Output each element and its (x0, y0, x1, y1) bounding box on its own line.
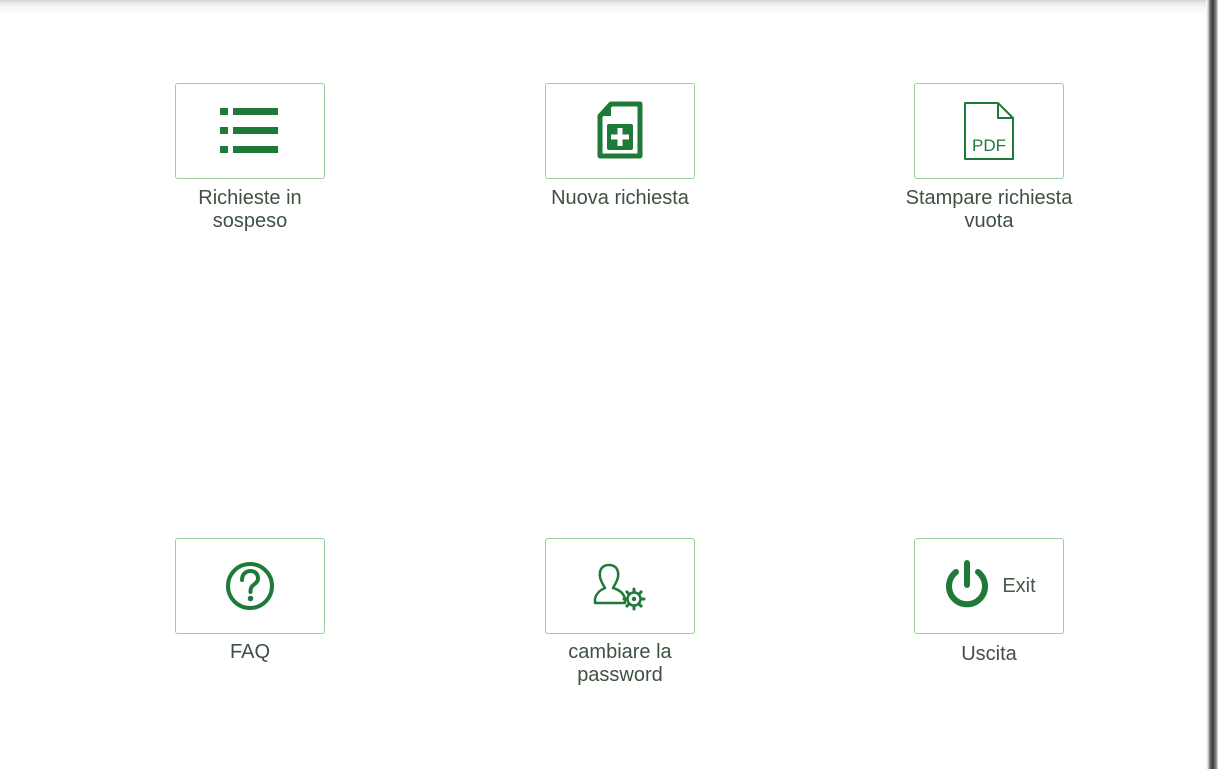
print-blank-request-label: Stampare richiesta vuota (905, 187, 1073, 232)
print-blank-request-button[interactable]: PDF (914, 83, 1064, 179)
power-icon (942, 560, 992, 612)
faq-label: FAQ (229, 641, 270, 663)
new-request-label: Nuova richiesta (551, 187, 689, 209)
window-top-shadow (0, 0, 1210, 14)
change-password-label: cambiare la password (568, 641, 672, 686)
exit-button[interactable]: Exit (914, 538, 1064, 634)
pending-requests-label: Richieste in sospeso (198, 187, 302, 232)
pdf-icon: PDF (962, 100, 1016, 162)
help-icon (224, 560, 276, 612)
change-password-button[interactable] (545, 538, 695, 634)
exit-label: Uscita (961, 643, 1017, 665)
window-right-edge (1206, 0, 1218, 769)
pending-requests-button[interactable] (175, 83, 325, 179)
new-request-button[interactable] (545, 83, 695, 179)
exit-text: Exit (1002, 574, 1036, 597)
pdf-icon-text: PDF (972, 136, 1006, 155)
list-icon (220, 105, 280, 157)
user-settings-icon (592, 561, 648, 611)
new-document-icon (595, 101, 645, 161)
faq-button[interactable] (175, 538, 325, 634)
